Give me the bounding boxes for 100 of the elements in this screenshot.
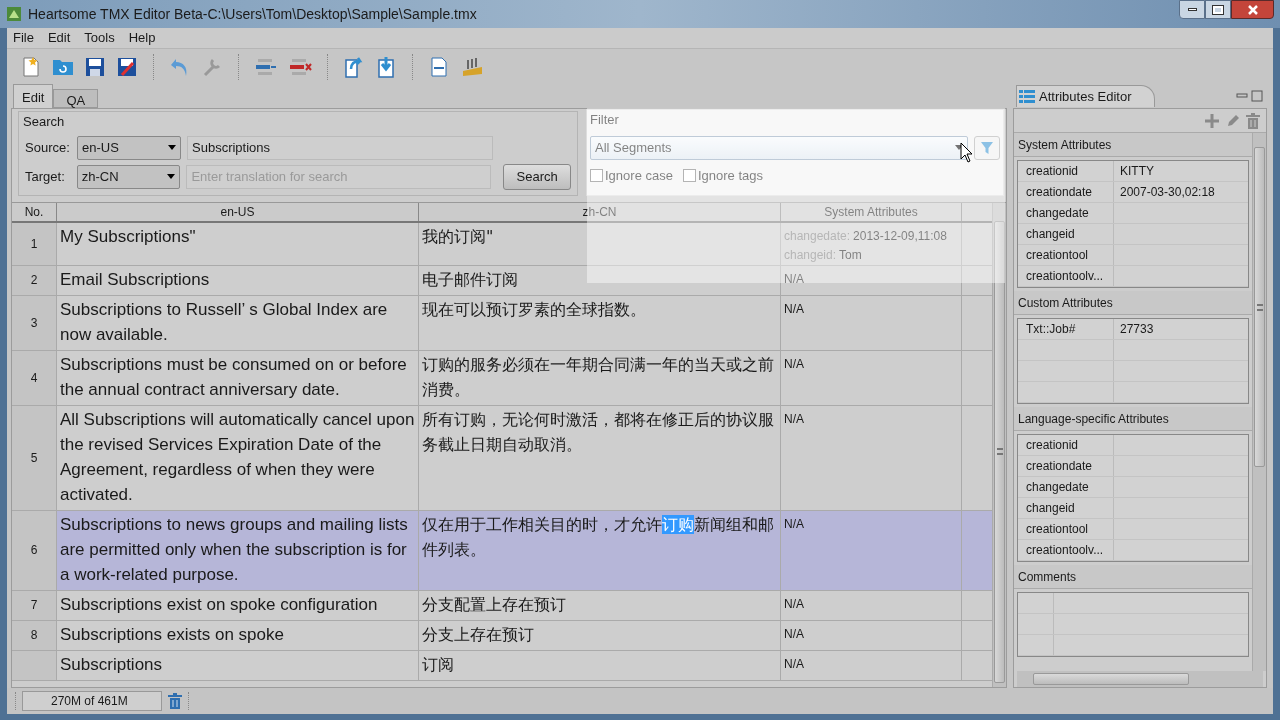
checkbox[interactable] [682,168,696,182]
attribute-note: N/A [784,271,804,286]
filter-button[interactable] [974,135,1000,160]
maximize-button[interactable] [1205,0,1231,19]
row-number: 7 [30,597,38,614]
section-title: Comments [1018,568,1076,586]
attribute-note: N/A [784,596,804,611]
tab[interactable]: QA [53,89,99,108]
row-number: 2 [30,272,38,289]
checkbox-label: Ignore case [605,166,673,185]
source-text: Subscriptions to news groups and mailing lists are permitted only when the subscription is for a work-related purpose. [60,513,409,586]
row-number: 4 [30,369,38,387]
attribute-name: creationdate [1026,184,1093,201]
table-row[interactable]: 6 Subscriptions to news groups and mailing lists are permitted only when the subscription is for a work-related purpose. 仅在用于工作相关目的时，才允许订购新闻组和邮件列表。 N/A [12,510,992,591]
language-dropdown[interactable]: en-US [77,135,181,160]
target-text: 电子邮件订阅 [422,268,519,291]
checkbox-label: Ignore tags [697,166,763,185]
attribute-value: 27733 [1120,321,1154,338]
search-button[interactable]: Search [503,163,571,190]
target-text: 我的订阅" [422,225,495,248]
source-text: Email Subscriptions [60,268,211,291]
window-title: Heartsome TMX Editor Beta-C:\Users\Tom\Desktop\Sample\Sample.tmx [28,4,477,24]
row-number: 1 [30,235,38,253]
filter-dropdown[interactable]: All Segments [590,135,968,160]
target-text: 订阅 [422,653,455,676]
menu-item[interactable]: File [13,28,34,48]
attribute-name: Txt::Job# [1026,321,1076,338]
checkbox[interactable] [590,168,603,182]
attribute-name: creationid [1026,163,1079,180]
scrollbar[interactable] [992,202,1006,687]
attribute-note: N/A [784,356,804,371]
attribute-name: changeid [1026,500,1075,517]
target-text: 订购的服务必须在一年期合同满一年的当天或之前消费。 [422,353,775,401]
maximize-icon[interactable] [1251,90,1263,102]
source-text: Subscriptions to Russell’ s Global Index are now available. [60,298,389,346]
source-text: My Subscriptions" [60,225,197,248]
minimize-button[interactable] [1179,0,1205,19]
source-text: Subscriptions must be consumed on or before the annual contract anniversary date. [60,353,408,401]
target-text: 所有订购，无论何时激活，都将在修正后的协议服务截止日期自动取消。 [422,408,775,456]
pencil-icon[interactable] [1226,113,1240,128]
table-row[interactable]: 5 All Subscriptions will automatically cancel upon the revised Services Expiration Date of the Agreement, regardless of when they were activated. 所有订购，无论何时激活，都将在修正后的协议服务截止日期自动取消。 N/A [12,405,992,511]
attribute-name: changeid [1026,226,1075,243]
attribute-value: 2007-03-30,02:18 [1120,184,1215,201]
table-row[interactable]: 7 Subscriptions exist on spoke configuration 分支配置上存在预订 N/A [12,590,992,621]
menu-item[interactable]: Edit [47,28,71,48]
table-row[interactable]: 8 Subscriptions exists on spoke 分支上存在预订 N/A [12,620,992,651]
add-icon[interactable] [1204,112,1220,129]
minimize-icon[interactable] [1236,92,1248,100]
attribute-name: creationid [1026,437,1079,454]
scrollbar[interactable] [1017,671,1263,687]
attribute-note: N/A [784,626,804,641]
attribute-note: N/A [784,516,804,531]
close-icon [1246,4,1259,15]
source-text: Subscriptions exists on spoke [60,623,285,646]
attribute-note: N/A [784,411,804,426]
attribute-value: Tom [839,246,862,264]
trash-icon[interactable] [1246,112,1260,129]
section-title: System Attributes [1018,136,1112,154]
table-row[interactable]: 4 Subscriptions must be consumed on or before the annual contract anniversary date. 订购的服务必须在一年期合同满一年的当天或之前消费。 N/A [12,350,992,406]
memory-indicator: 270M of 461M [22,691,162,711]
table-row[interactable]: 2 Email Subscriptions 电子邮件订阅 N/A [12,265,992,296]
row-number: 3 [30,314,38,332]
column-header[interactable]: en-US [57,202,419,221]
language-dropdown[interactable]: zh-CN [76,164,181,189]
attribute-name: creationtool [1026,247,1089,264]
row-number: 6 [30,542,38,559]
attribute-value: KITTY [1120,163,1154,180]
target-text: 现在可以预订罗素的全球指数。 [422,298,647,321]
section-title: Language-specific Attributes [1018,410,1169,428]
app-icon [6,6,22,22]
close-button[interactable] [1231,0,1274,19]
attribute-name: creationtoolv... [1026,268,1104,285]
attribute-value: 2013-12-09,11:08 [853,227,947,245]
source-text: Subscriptions exist on spoke configuration [60,593,379,616]
row-number: 5 [30,449,38,467]
column-header[interactable]: No. [12,202,57,221]
table-row[interactable]: 3 Subscriptions to Russell’ s Global Index are now available. 现在可以预订罗素的全球指数。 N/A [12,295,992,351]
row-number: 8 [30,627,38,644]
attribute-name: changedate [1026,205,1089,222]
menu-item[interactable]: Help [128,28,156,48]
trash-icon[interactable] [168,693,182,709]
source-text: Subscriptions [60,653,164,676]
table-row[interactable]: Subscriptions 订阅 N/A [12,650,992,681]
attribute-note: N/A [784,656,804,671]
panel-title: Attributes Editor [1039,87,1132,106]
panel-tab[interactable]: Attributes Editor [1016,85,1155,107]
tab[interactable]: Edit [13,84,54,108]
menu-item[interactable]: Tools [84,28,115,48]
attribute-name: creationtoolv... [1026,542,1104,559]
search-field[interactable]: Subscriptions [187,135,493,160]
field-label: Target: [25,167,66,186]
attribute-name: creationdate [1026,458,1093,475]
target-text: 仅在用于工作相关目的时，才允许订购新闻组和邮件列表。 [422,513,775,561]
list-icon [1019,89,1035,104]
attribute-name: changedate [1026,479,1089,496]
attribute-note: N/A [784,301,804,316]
scrollbar[interactable] [1252,133,1266,671]
source-text: All Subscriptions will automatically cancel upon the revised Services Expiration Date of the Agreement, regardless of when they were activated. [60,408,415,506]
target-text: 分支配置上存在预订 [422,593,567,616]
cursor-icon [960,142,974,164]
